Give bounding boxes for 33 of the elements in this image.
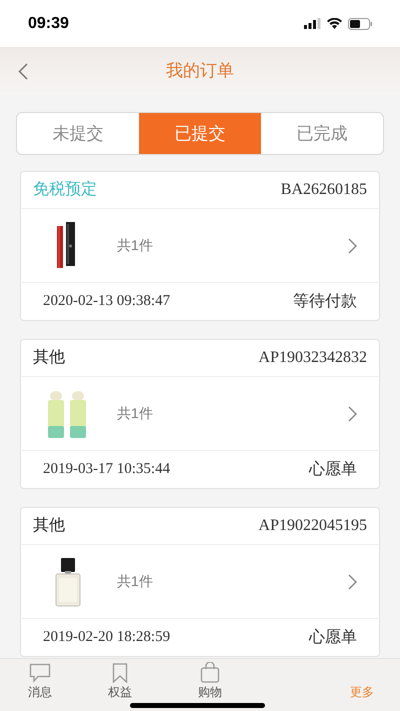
- wifi-icon: [327, 18, 342, 29]
- order-type: 其他: [33, 348, 65, 368]
- tab-bar-item[interactable]: 权益: [80, 659, 160, 711]
- order-card[interactable]: 其他 AP19032342832 共1件 2019-03-17 10:35:44 心愿单: [20, 339, 380, 489]
- order-number: BA26260185: [280, 180, 367, 200]
- order-number: AP19032342832: [258, 348, 367, 368]
- order-time: 2020-02-13 09:38:47: [43, 292, 170, 312]
- back-icon[interactable]: [18, 63, 28, 80]
- shopping-bag-icon: [200, 662, 220, 683]
- message-icon: [29, 663, 51, 683]
- order-time: 2019-03-17 10:35:44: [43, 460, 170, 480]
- order-status: 等待付款: [293, 292, 357, 312]
- item-count: 共1件: [117, 236, 153, 255]
- battery-icon: [348, 18, 372, 30]
- order-number: AP19022045195: [258, 516, 367, 536]
- order-status: 心愿单: [309, 460, 357, 480]
- order-time: 2019-02-20 18:28:59: [43, 628, 170, 648]
- item-count: 共1件: [117, 572, 153, 591]
- bookmark-icon: [112, 663, 128, 683]
- item-count: 共1件: [117, 404, 153, 423]
- chevron-right-icon[interactable]: [348, 406, 357, 422]
- status-time: 09:39: [28, 14, 69, 34]
- chevron-right-icon[interactable]: [348, 574, 357, 590]
- tab-bar-item[interactable]: 消息: [0, 659, 80, 711]
- order-type: 其他: [33, 516, 65, 536]
- page-title: 我的订单: [166, 60, 234, 82]
- chevron-right-icon[interactable]: [348, 238, 357, 254]
- order-card[interactable]: 其他 AP19022045195 共1件 2019-02-20 18:28:59 心愿单: [20, 507, 380, 657]
- order-card[interactable]: 免税预定 BA26260185 共1件 2020-02-13 09:38:47 等待付款: [20, 171, 380, 321]
- order-type: 免税预定: [33, 180, 97, 200]
- tab-bar-item[interactable]: 购物: [160, 659, 260, 711]
- signal-icon: [304, 18, 321, 29]
- order-status: 心愿单: [309, 628, 357, 648]
